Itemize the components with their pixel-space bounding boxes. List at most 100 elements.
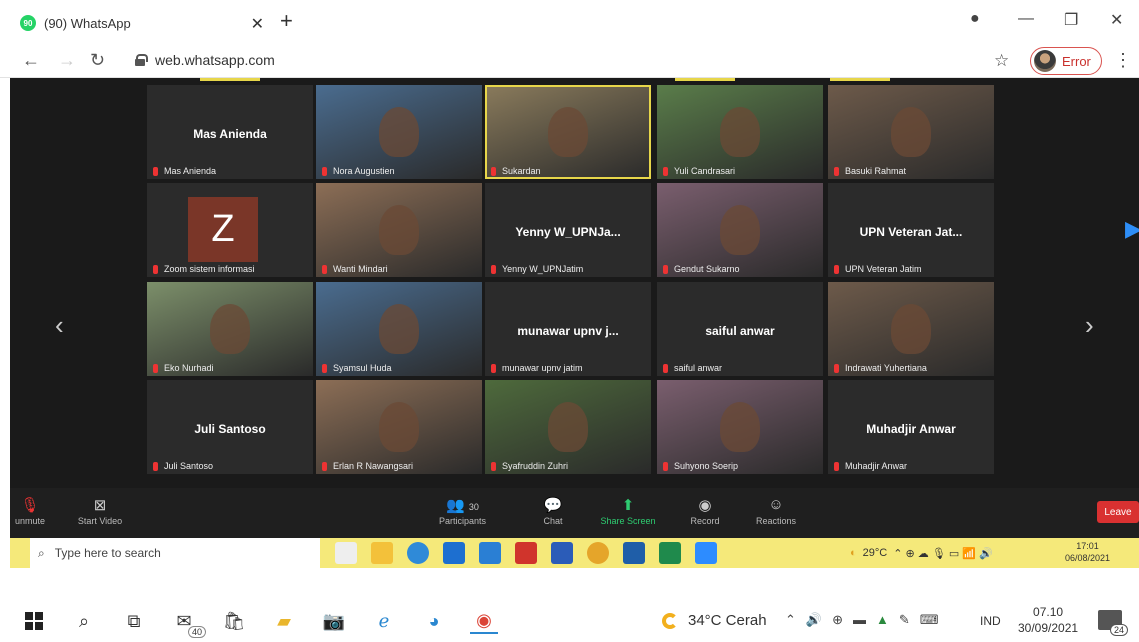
close-window-button[interactable]: ✕ — [1110, 10, 1123, 30]
search-icon[interactable]: ⌕ — [70, 608, 98, 634]
reload-button[interactable]: ↻ — [90, 50, 105, 71]
next-page-arrow[interactable]: › — [1085, 310, 1094, 341]
participant-tile[interactable]: Erlan R Nawangsari — [316, 380, 482, 474]
file-explorer-icon[interactable]: ▰ — [270, 608, 298, 634]
language-indicator[interactable]: IND — [980, 614, 1001, 628]
participant-name-label: Juli Santoso — [153, 461, 213, 471]
url-field[interactable]: web.whatsapp.com — [135, 52, 275, 68]
pen-icon[interactable]: ✎ — [899, 612, 910, 628]
tray-app-icon[interactable]: ▲ — [876, 612, 889, 628]
participant-tile[interactable]: Indrawati Yuhertiana — [828, 282, 994, 376]
side-panel-arrow[interactable]: ▶ — [1125, 216, 1139, 242]
unmute-button[interactable]: 🎙 unmute — [10, 496, 50, 526]
keyboard-icon[interactable]: ⌨ — [920, 612, 939, 628]
participant-label-text: Syafruddin Zuhri — [502, 461, 569, 471]
tab-whatsapp[interactable]: 90 (90) WhatsApp ✕ — [20, 8, 270, 38]
volume-icon[interactable]: 🔊 — [806, 612, 822, 628]
record-button[interactable]: ◉ Record — [685, 496, 725, 526]
participant-tile[interactable]: Wanti Mindari — [316, 183, 482, 277]
mail-icon[interactable]: ✉ 40 — [170, 608, 206, 638]
minimize-button[interactable]: — — [1018, 10, 1034, 28]
participant-tile[interactable]: UPN Veteran Jat... UPN Veteran Jatim — [828, 183, 994, 277]
taskbar-clock[interactable]: 07.10 30/09/2021 — [1018, 604, 1078, 636]
participants-button[interactable]: 👥 30 Participants — [430, 496, 495, 526]
profile-error-button[interactable]: Error — [1030, 47, 1102, 75]
participant-video — [548, 402, 588, 452]
restore-button[interactable]: ❐ — [1064, 10, 1078, 30]
participant-tile[interactable]: saiful anwar saiful anwar — [657, 282, 823, 376]
participant-tile[interactable]: Sukardan — [485, 85, 651, 179]
participant-label-text: munawar upnv jatim — [502, 363, 583, 373]
participant-tile[interactable]: Z Zoom sistem informasi — [147, 183, 313, 277]
chrome-icon[interactable] — [587, 542, 609, 564]
share-screen-label: Share Screen — [600, 516, 656, 526]
participant-video — [720, 107, 760, 157]
participant-tile[interactable]: Yuli Candrasari — [657, 85, 823, 179]
inner-time: 17:01 — [1076, 541, 1099, 551]
weather-widget[interactable]: 34°C Cerah — [662, 612, 767, 629]
photos-icon[interactable] — [623, 542, 645, 564]
zoom-app-icon[interactable] — [695, 542, 717, 564]
participant-tile[interactable]: Mas Anienda Mas Anienda — [147, 85, 313, 179]
sun-icon — [662, 612, 678, 629]
participant-tile[interactable]: Gendut Sukarno — [657, 183, 823, 277]
edge-icon[interactable] — [407, 542, 429, 564]
launcher-icon[interactable] — [479, 542, 501, 564]
chrome-icon[interactable]: ◉ — [470, 608, 498, 634]
reactions-icon: ☺ — [768, 496, 784, 513]
mic-muted-icon — [322, 461, 327, 471]
start-video-button[interactable]: ⊠ Start Video — [70, 496, 130, 526]
mic-muted-icon — [491, 363, 496, 373]
close-tab-icon[interactable]: ✕ — [251, 14, 264, 34]
participant-tile[interactable]: Basuki Rahmat — [828, 85, 994, 179]
internet-explorer-icon[interactable]: ℯ — [370, 608, 398, 634]
windows-start-icon[interactable] — [20, 608, 48, 634]
more-menu-icon[interactable]: ⋮ — [1114, 50, 1132, 71]
inner-search-placeholder: Type here to search — [54, 546, 161, 560]
participant-tile[interactable]: Syafruddin Zuhri — [485, 380, 651, 474]
mic-muted-icon — [153, 166, 158, 176]
previous-page-arrow[interactable]: ‹ — [55, 310, 64, 341]
task-view-icon[interactable]: ⧉ — [120, 608, 148, 634]
notification-center-icon[interactable]: 24 — [1098, 610, 1128, 636]
store-icon[interactable]: 🛍 — [220, 608, 248, 634]
participant-tile[interactable]: munawar upnv j... munawar upnv jatim — [485, 282, 651, 376]
tab-title: (90) WhatsApp — [44, 15, 131, 31]
participant-tile[interactable]: Yenny W_UPNJa... Yenny W_UPNJatim — [485, 183, 651, 277]
network-icon[interactable]: ⊕ — [832, 612, 843, 628]
reactions-button[interactable]: ☺ Reactions — [750, 496, 802, 526]
leave-button[interactable]: Leave — [1097, 501, 1139, 523]
back-button[interactable]: ← — [22, 50, 40, 71]
inner-search-box[interactable]: ⌕ Type here to search — [30, 538, 320, 568]
participant-tile[interactable]: Eko Nurhadi — [147, 282, 313, 376]
mcafee-icon[interactable] — [515, 542, 537, 564]
bookmark-star-icon[interactable]: ☆ — [994, 51, 1009, 71]
participant-tile[interactable]: Suhyono Soerip — [657, 380, 823, 474]
taskbar-apps: ⌕ ⧉ ✉ 40 🛍 ▰ 📷 ℯ ◕ ◉ — [20, 608, 498, 638]
participant-tile[interactable]: Juli Santoso Juli Santoso — [147, 380, 313, 474]
edge-icon[interactable]: ◕ — [420, 608, 448, 634]
participant-label-text: Juli Santoso — [164, 461, 214, 471]
participants-icon: 👥 30 — [446, 497, 479, 514]
file-explorer-icon[interactable] — [371, 542, 393, 564]
excel-icon[interactable] — [659, 542, 681, 564]
new-tab-button[interactable]: + — [280, 10, 293, 32]
participant-tile[interactable]: Muhadjir Anwar Muhadjir Anwar — [828, 380, 994, 474]
chat-button[interactable]: 💬 Chat — [535, 496, 571, 526]
profile-menu-icon[interactable]: ● — [970, 10, 980, 28]
battery-icon[interactable]: ▬ — [853, 612, 866, 628]
participant-tile[interactable]: Nora Augustien — [316, 85, 482, 179]
chevron-up-icon[interactable]: ⌃ — [785, 612, 796, 628]
share-screen-button[interactable]: ⬆ Share Screen — [595, 496, 661, 526]
word-icon[interactable] — [551, 542, 573, 564]
mail-icon[interactable] — [443, 542, 465, 564]
participant-name-label: Basuki Rahmat — [834, 166, 906, 176]
participant-tile[interactable]: Syamsul Huda — [316, 282, 482, 376]
participant-label-text: saiful anwar — [674, 363, 723, 373]
mic-muted-icon — [834, 166, 839, 176]
inner-temp: 29°C — [862, 547, 888, 559]
task-view-icon[interactable] — [335, 542, 357, 564]
forward-button[interactable]: → — [58, 50, 76, 71]
camera-icon[interactable]: 📷 — [320, 608, 348, 634]
mic-muted-icon — [663, 363, 668, 373]
